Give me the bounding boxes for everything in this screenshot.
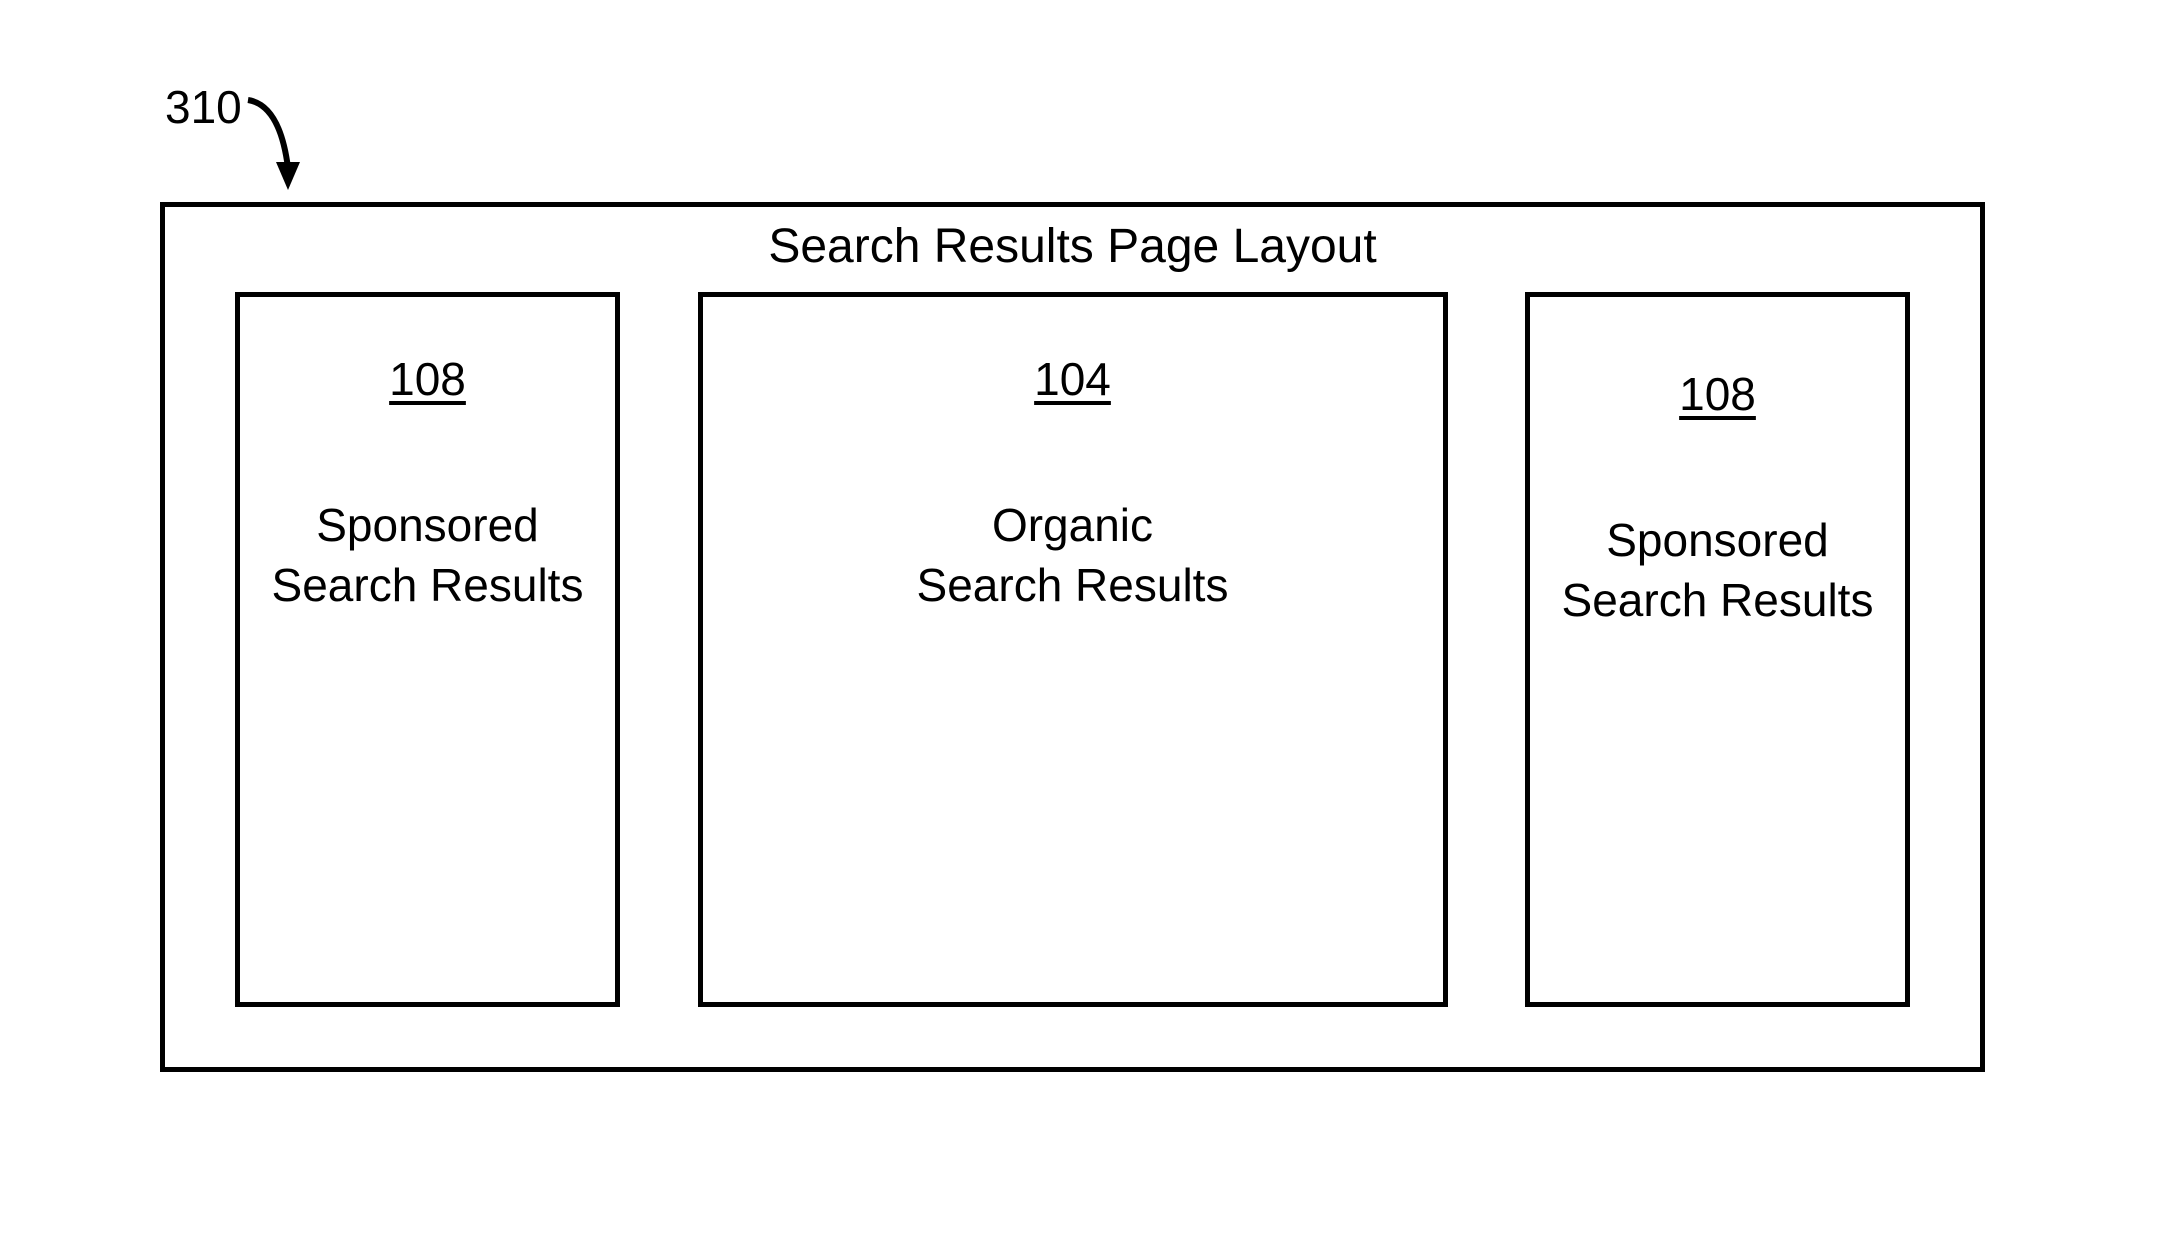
panel-label-line2: Search Results	[1562, 574, 1874, 626]
sponsored-results-left-panel: 108 Sponsored Search Results	[235, 292, 620, 1007]
panel-reference-number: 108	[1679, 367, 1756, 421]
container-title: Search Results Page Layout	[165, 207, 1980, 282]
panel-label-line1: Sponsored	[316, 499, 539, 551]
arrow-icon	[240, 90, 320, 200]
panel-label-line2: Search Results	[917, 559, 1229, 611]
panel-reference-number: 104	[1034, 352, 1111, 406]
panel-label-line2: Search Results	[272, 559, 584, 611]
organic-results-panel: 104 Organic Search Results	[698, 292, 1448, 1007]
figure-reference-number: 310	[165, 80, 242, 134]
layout-container: Search Results Page Layout 108 Sponsored…	[160, 202, 1985, 1072]
panel-label: Sponsored Search Results	[1562, 511, 1874, 631]
panel-reference-number: 108	[389, 352, 466, 406]
panel-label: Sponsored Search Results	[272, 496, 584, 616]
panel-label: Organic Search Results	[917, 496, 1229, 616]
panels-row: 108 Sponsored Search Results 104 Organic…	[165, 282, 1980, 1062]
panel-label-line1: Sponsored	[1606, 514, 1829, 566]
panel-label-line1: Organic	[992, 499, 1153, 551]
sponsored-results-right-panel: 108 Sponsored Search Results	[1525, 292, 1910, 1007]
